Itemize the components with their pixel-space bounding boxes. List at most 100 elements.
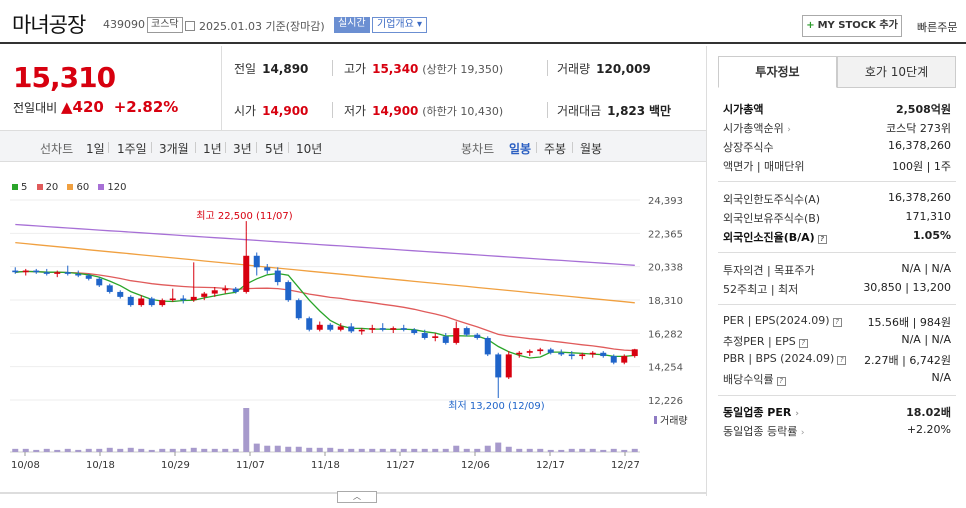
volume-bar <box>547 449 554 452</box>
per-row: PER | EPS(2024.09)? 15.56배 | 984원 <box>723 314 951 329</box>
candle-body <box>253 255 260 268</box>
period-weekly[interactable]: 주봉 <box>544 140 566 157</box>
candle-body <box>96 278 103 286</box>
period-1d[interactable]: 1일 <box>86 140 105 157</box>
volume-bar <box>526 448 533 452</box>
volume-bar <box>474 448 481 452</box>
candle-body <box>589 352 596 355</box>
volume-bar <box>306 447 313 452</box>
volume-bar <box>106 447 113 452</box>
market-cap-rank-row[interactable]: 시가총액순위 › 코스닥 273위 <box>723 120 951 138</box>
volume-bar <box>453 445 460 452</box>
candle-body <box>484 337 491 355</box>
period-5y[interactable]: 5년 <box>265 140 284 157</box>
volume-bar <box>201 448 208 452</box>
tab-hoga-10[interactable]: 호가 10단계 <box>837 56 956 88</box>
volume: 거래량 120,009 <box>557 62 651 76</box>
help-icon[interactable]: ? <box>837 356 847 365</box>
volume-bar <box>484 445 491 452</box>
candle-body <box>169 298 176 301</box>
price-chart: 5 20 60 120 24,393 22,365 20,338 18,310 16,2… <box>0 170 706 490</box>
help-icon[interactable]: ? <box>832 318 842 327</box>
volume-label: 거래량 <box>660 415 688 427</box>
change-value: 420 <box>72 98 104 116</box>
invest-info-panel: 투자정보 호가 10단계 시가총액 2,508억원 시가총액순위 › 코스닥 273… <box>706 46 966 496</box>
price-change: 전일대비 ▲420 +2.82% <box>13 98 178 116</box>
candle-body <box>285 282 292 301</box>
x-tick-label: 10/29 <box>161 460 190 471</box>
volume-bar <box>96 448 103 452</box>
volume-bar <box>516 448 523 452</box>
chart-period-bar: 선차트 1일 1주일 3개월 1년 3년 5년 10년 봉차트 일봉 주봉 월봉 <box>0 130 706 162</box>
candle-body <box>201 293 208 297</box>
volume-bar <box>390 448 397 452</box>
volume-bar <box>421 448 428 452</box>
tab-invest-info[interactable]: 투자정보 <box>718 56 837 88</box>
candle-body <box>211 290 218 294</box>
x-tick-label: 11/27 <box>386 460 415 471</box>
candle-body <box>463 328 470 335</box>
x-tick-label: 10/08 <box>11 460 40 471</box>
volume-bar <box>117 448 124 452</box>
candle-chart-label[interactable]: 봉차트 <box>461 140 494 157</box>
line-chart-label[interactable]: 선차트 <box>40 140 73 157</box>
volume-bar <box>442 448 449 452</box>
low-price: 저가 14,900 (하한가 10,430) <box>344 104 504 118</box>
volume-bar <box>379 448 386 452</box>
x-tick-label: 12/27 <box>611 460 640 471</box>
collapse-toggle-icon[interactable]: ︿ <box>337 491 377 503</box>
volume-bar <box>180 448 187 452</box>
help-icon[interactable]: ? <box>817 235 827 244</box>
help-icon[interactable]: ? <box>776 377 786 386</box>
period-1w[interactable]: 1주일 <box>117 140 147 157</box>
x-tick-label: 10/18 <box>86 460 115 471</box>
candle-body <box>12 270 19 273</box>
chevron-right-icon: › <box>787 125 791 135</box>
add-my-stock-button[interactable]: + MY STOCK 추가 <box>802 15 902 37</box>
week52-row: 52주최고 | 최저 30,850 | 13,200 <box>723 281 951 296</box>
est-per-row: 추정PER | EPS? N/A | N/A <box>723 333 951 348</box>
y-tick-label: 14,254 <box>648 363 683 374</box>
volume-bar <box>463 448 470 452</box>
plus-icon: + <box>806 20 815 31</box>
period-3m[interactable]: 3개월 <box>159 140 189 157</box>
candle-body <box>316 324 323 330</box>
date-value: 2025.01.03 <box>199 20 262 33</box>
candle-body <box>243 255 250 292</box>
industry-rate-row[interactable]: 동일업종 등락률 › +2.20% <box>723 423 951 441</box>
period-monthly[interactable]: 월봉 <box>580 140 602 157</box>
period-daily[interactable]: 일봉 <box>509 140 531 157</box>
candle-body <box>379 328 386 330</box>
volume-bar <box>621 449 628 452</box>
candle-body <box>106 285 113 292</box>
y-tick-label: 12,226 <box>648 396 683 407</box>
volume-bar <box>211 448 218 452</box>
quick-order-button[interactable]: 빠른주문 <box>917 19 957 35</box>
candle-body <box>621 356 628 363</box>
candle-body <box>22 270 29 273</box>
candle-body <box>421 333 428 338</box>
candle-body <box>43 272 50 274</box>
candlestick-chart[interactable]: 24,393 22,365 20,338 18,310 16,282 14,254 12,2… <box>0 170 706 480</box>
my-stock-label: MY STOCK 추가 <box>817 20 898 31</box>
candle-body <box>526 351 533 353</box>
candle-body <box>54 272 61 274</box>
industry-per-row[interactable]: 동일업종 PER › 18.02배 <box>723 404 951 422</box>
help-icon[interactable]: ? <box>798 339 808 348</box>
volume-bar <box>22 448 29 452</box>
candle-body <box>579 354 586 357</box>
volume-bar <box>148 449 155 452</box>
candle-body <box>138 298 145 306</box>
dividend-row: 배당수익률? N/A <box>723 371 951 386</box>
candle-body <box>631 349 638 357</box>
candle-body <box>264 267 271 271</box>
period-10y[interactable]: 10년 <box>296 140 322 157</box>
company-overview-button[interactable]: 기업개요 ▾ <box>372 17 428 33</box>
candle-body <box>222 288 229 291</box>
period-1y[interactable]: 1년 <box>203 140 222 157</box>
period-3y[interactable]: 3년 <box>233 140 252 157</box>
x-tick-label: 11/18 <box>311 460 340 471</box>
volume-bar <box>579 448 586 452</box>
realtime-button[interactable]: 실시간 <box>334 17 370 33</box>
stock-code: 439090 <box>103 18 145 31</box>
